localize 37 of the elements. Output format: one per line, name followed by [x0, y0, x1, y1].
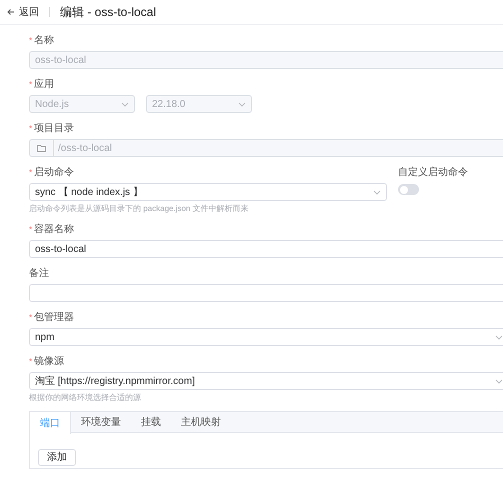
required-mark: *	[29, 224, 32, 236]
hint-text: 启动命令列表是从源码目录下的 package.json 文件中解析而来	[29, 204, 250, 214]
hint-text: 根据你的网络环境选择合适的源	[29, 393, 142, 403]
text-input[interactable]: oss-to-local	[29, 240, 503, 258]
switch-label: 自定义启动命令	[398, 167, 468, 179]
required-mark: *	[29, 167, 32, 179]
folder-icon	[37, 144, 46, 152]
required-mark: *	[29, 312, 32, 324]
select-field[interactable]: npm	[29, 328, 503, 346]
chevron-down-icon	[495, 334, 503, 340]
arrow-left-icon	[7, 8, 15, 16]
chevron-down-icon	[238, 102, 246, 106]
tab[interactable]: 主机映射	[171, 412, 231, 433]
field-label: 镜像源	[34, 356, 64, 368]
select-field[interactable]: 淘宝 [https://registry.npmmirror.com]	[29, 372, 503, 390]
add-button[interactable]: 添加	[38, 449, 76, 466]
field-label: 启动命令	[34, 167, 74, 179]
field-label: 项目目录	[34, 123, 74, 135]
field-label: 名称	[34, 35, 54, 47]
required-mark: *	[29, 356, 32, 368]
chevron-down-icon	[495, 378, 503, 384]
field-label: 应用	[34, 79, 54, 91]
tab[interactable]: 挂载	[131, 412, 171, 433]
required-mark: *	[29, 79, 32, 91]
select-field[interactable]: sync 【 node index.js 】	[29, 183, 387, 201]
required-mark: *	[29, 35, 32, 47]
text-input[interactable]	[29, 284, 503, 302]
back-button[interactable]: 返回	[7, 4, 39, 20]
field-label: 包管理器	[34, 312, 74, 324]
field-label: 容器名称	[34, 224, 74, 236]
tab[interactable]: 环境变量	[71, 412, 131, 433]
required-mark: *	[29, 123, 32, 135]
page-title: 编辑 - oss-to-local	[60, 4, 156, 21]
chevron-down-icon	[373, 190, 381, 194]
chevron-down-icon	[121, 102, 129, 106]
field-label: 备注	[29, 268, 50, 280]
toggle-switch[interactable]	[398, 184, 419, 195]
